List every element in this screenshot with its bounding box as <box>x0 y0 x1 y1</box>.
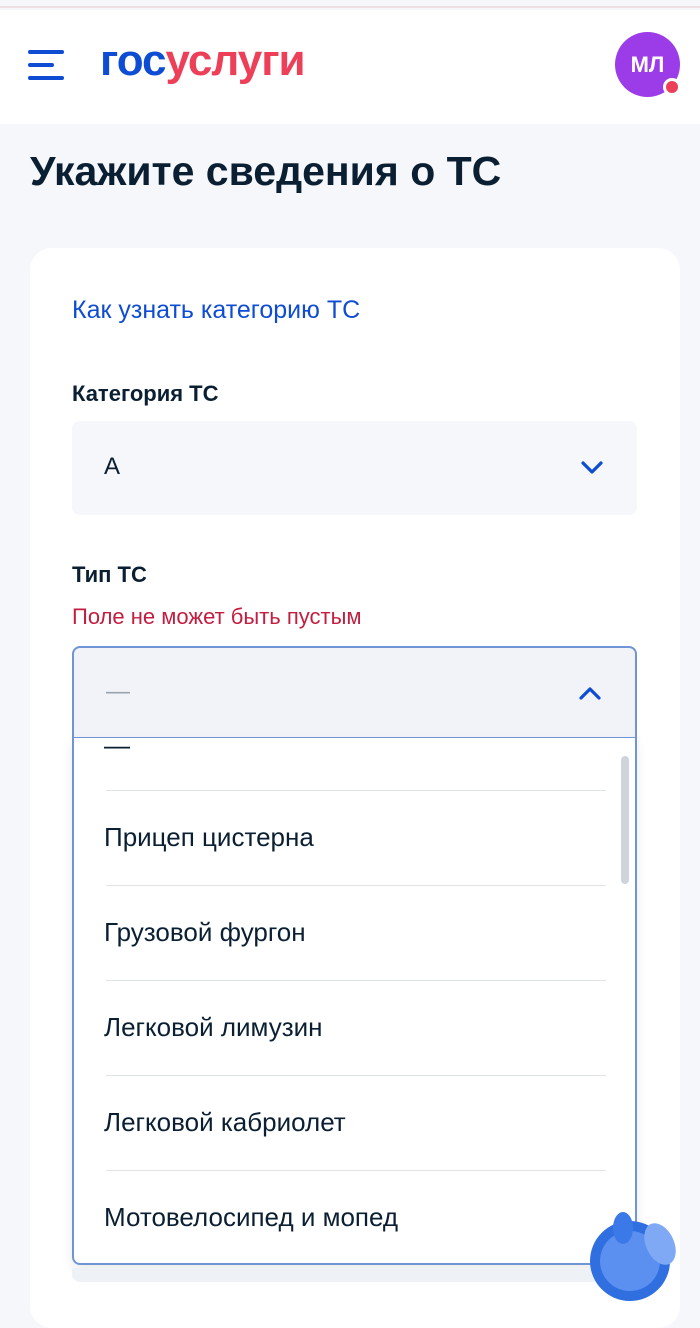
next-field-edge <box>72 1268 632 1282</box>
type-error-message: Поле не может быть пустым <box>72 604 362 629</box>
option-divider <box>106 1170 606 1171</box>
logo-part-gos: гос <box>100 36 167 85</box>
avatar-initials: МЛ <box>630 51 665 77</box>
option-divider <box>106 980 606 981</box>
top-status-strip <box>0 0 700 8</box>
type-dropdown-list[interactable]: — Прицеп цистерна Грузовой фургон Легков… <box>72 737 637 1265</box>
assistant-icon[interactable] <box>585 1196 680 1301</box>
avatar[interactable]: МЛ <box>615 32 681 97</box>
type-option[interactable]: Мотовелосипед и мопед <box>104 1202 604 1233</box>
option-divider <box>106 790 606 791</box>
type-select[interactable]: — <box>72 646 637 738</box>
page-title: Укажите сведения о ТС <box>30 148 502 194</box>
type-label: Тип ТС <box>72 562 147 587</box>
type-option[interactable]: — <box>104 738 604 761</box>
menu-icon[interactable] <box>28 50 66 82</box>
dropdown-scrollbar[interactable] <box>621 756 629 884</box>
notification-dot <box>663 78 681 96</box>
category-select-value: A <box>104 453 121 480</box>
option-divider <box>106 1075 606 1076</box>
type-select-value: — <box>106 678 130 705</box>
option-divider <box>106 885 606 886</box>
app-header: госуслуги МЛ <box>0 10 700 124</box>
logo-part-uslugi: услуги <box>165 36 306 85</box>
help-category-link[interactable]: Как узнать категорию ТС <box>72 296 360 325</box>
category-select[interactable]: A <box>72 421 637 515</box>
gosuslugi-logo[interactable]: госуслуги <box>100 36 306 86</box>
type-option[interactable]: Легковой кабриолет <box>104 1107 604 1138</box>
chevron-down-icon <box>581 461 603 474</box>
chevron-up-icon <box>579 687 601 700</box>
type-option[interactable]: Прицеп цистерна <box>104 822 604 853</box>
type-option[interactable]: Легковой лимузин <box>104 1012 604 1043</box>
category-label: Категория ТС <box>72 381 219 406</box>
type-option[interactable]: Грузовой фургон <box>104 917 604 948</box>
